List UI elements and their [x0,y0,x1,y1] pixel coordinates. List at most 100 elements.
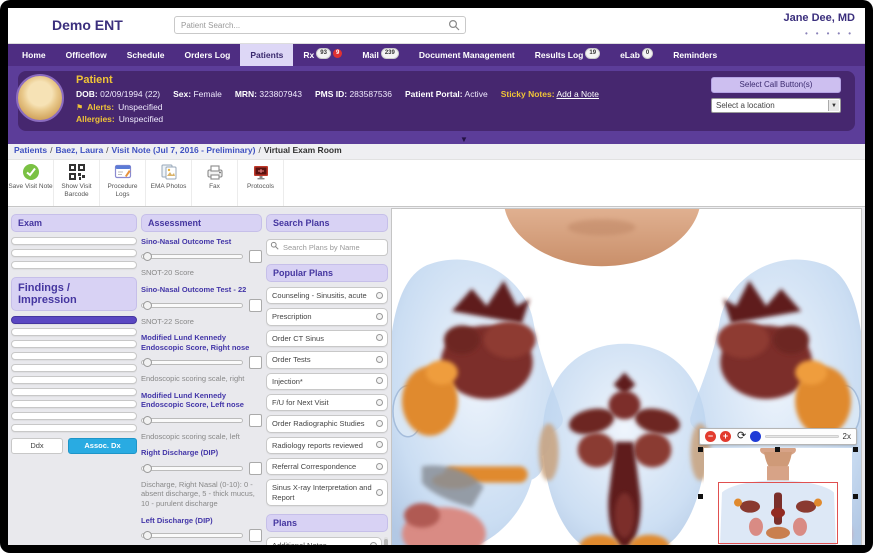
slider-thumb[interactable] [143,531,152,541]
rotate-icon[interactable]: ⟳ [737,431,746,442]
location-select[interactable]: Select a location ▼ [711,98,841,113]
patient-avatar[interactable] [16,74,64,122]
score-slider[interactable] [141,358,243,367]
score-checkbox[interactable] [249,461,262,475]
resize-handle[interactable] [853,447,858,452]
slider-thumb[interactable] [143,252,152,262]
finding-item[interactable] [11,340,137,348]
nav-item[interactable]: Mail 239 [352,44,409,66]
finding-item[interactable] [11,376,137,384]
current-user[interactable]: Jane Dee, MD [783,12,855,24]
nav-item[interactable]: Schedule [117,44,175,66]
zoom-slider[interactable] [765,435,839,438]
finding-item[interactable] [11,388,137,396]
nav-item[interactable]: Orders Log [175,44,241,66]
slider-thumb[interactable] [143,463,152,473]
assessment-item-label[interactable]: Left Discharge (DIP) [141,516,262,525]
nav-item[interactable]: Home [12,44,56,66]
score-slider[interactable] [141,531,243,541]
header-link[interactable] [833,29,844,38]
nav-item[interactable]: Reminders [663,44,727,66]
nav-item[interactable]: Rx 93 9 [293,44,352,66]
popular-plan-item[interactable]: Sinus X-ray Interpretation and Report [266,479,388,507]
score-checkbox[interactable] [249,413,262,427]
exam-button[interactable] [11,261,137,269]
header-link[interactable] [812,29,823,38]
score-checkbox[interactable] [249,356,262,369]
resize-handle[interactable] [775,447,780,452]
zoom-in-button[interactable]: + [720,431,731,442]
score-slider[interactable] [141,415,243,425]
add-note-link[interactable]: Add a Note [556,89,599,99]
assessment-item-label[interactable]: Sino-Nasal Outcome Test - 22 [141,285,262,294]
popular-plan-item[interactable]: Order Tests [266,351,388,369]
select-call-button[interactable]: Select Call Button(s) [711,77,841,93]
breadcrumb-visit-note[interactable]: Visit Note (Jul 7, 2016 - Preliminary) [112,145,256,155]
breadcrumb-patients[interactable]: Patients [14,145,47,155]
slider-thumb[interactable] [143,358,152,367]
assessment-item-label[interactable]: Modified Lund Kennedy Endoscopic Score, … [141,391,262,410]
header-link[interactable] [823,29,834,38]
plan-options-icon[interactable] [376,291,383,299]
ema-photos-button[interactable]: EMA Photos [146,160,192,206]
finding-item[interactable] [11,316,137,324]
header-link[interactable] [801,29,812,38]
nav-item[interactable]: Document Management [409,44,525,66]
slider-thumb[interactable] [143,300,152,310]
plan-options-icon[interactable] [376,441,383,449]
minimap-selection-rect[interactable] [718,482,838,544]
exam-button[interactable] [11,249,137,257]
plan-options-icon[interactable] [376,398,383,406]
finding-item[interactable] [11,412,137,420]
finding-item[interactable] [11,400,137,408]
popular-plan-item[interactable]: Injection* [266,372,388,390]
plan-options-icon[interactable] [376,313,383,321]
collapse-banner-caret[interactable]: ▼ [460,135,468,144]
score-slider[interactable] [141,252,243,262]
resize-handle[interactable] [853,494,858,499]
score-checkbox[interactable] [249,250,262,264]
finding-item[interactable] [11,364,137,372]
popular-plan-item[interactable]: Prescription [266,308,388,326]
finding-item[interactable] [11,328,137,336]
nav-item[interactable]: eLab 0 [610,44,663,66]
finding-item[interactable] [11,424,137,432]
header-link[interactable] [844,29,855,38]
procedure-logs-button[interactable]: Procedure Logs [100,160,146,206]
plan-options-icon[interactable] [376,355,383,363]
plans-scrollbar[interactable] [384,537,388,545]
assessment-item-label[interactable]: Modified Lund Kennedy Endoscopic Score, … [141,333,262,352]
popular-plan-item[interactable]: Counseling - Sinusitis, acute [266,287,388,305]
popular-plan-item[interactable]: Radiology reports reviewed [266,436,388,454]
slider-thumb[interactable] [143,415,152,425]
score-checkbox[interactable] [249,529,262,543]
score-slider[interactable] [141,300,243,310]
plan-options-icon[interactable] [376,462,383,470]
nav-item[interactable]: Patients [240,44,294,66]
virtual-exam-viewer[interactable]: − + ⟳ 2x [391,208,862,545]
plan-options-icon[interactable] [376,419,383,427]
resize-handle[interactable] [698,447,703,452]
pan-button[interactable] [750,431,762,442]
show-visit-barcode-button[interactable]: Show Visit Barcode [54,160,100,206]
resize-handle[interactable] [698,494,703,499]
nav-item[interactable]: Officeflow [56,44,117,66]
plan-options-icon[interactable] [376,377,383,385]
popular-plan-item[interactable]: F/U for Next Visit [266,393,388,412]
popular-plan-item[interactable]: Order CT Sinus [266,329,388,348]
assessment-item-label[interactable]: Right Discharge (DIP) [141,448,262,457]
assoc-dx-button[interactable]: Assoc. Dx [68,438,137,454]
search-icon[interactable] [448,19,460,31]
score-checkbox[interactable] [249,298,262,312]
plan-item[interactable]: Additional Notes [266,537,382,545]
score-slider[interactable] [141,463,243,473]
plan-options-icon[interactable] [370,541,377,545]
exam-button[interactable] [11,237,137,245]
popular-plan-item[interactable]: Order Radiographic Studies [266,415,388,433]
finding-item[interactable] [11,352,137,360]
assessment-item-label[interactable]: Sino-Nasal Outcome Test [141,237,262,246]
popular-plan-item[interactable]: Referral Correspondence [266,458,388,476]
plan-options-icon[interactable] [376,488,383,496]
protocols-button[interactable]: Protocols [238,160,284,206]
ddx-button[interactable]: Ddx [11,438,63,454]
